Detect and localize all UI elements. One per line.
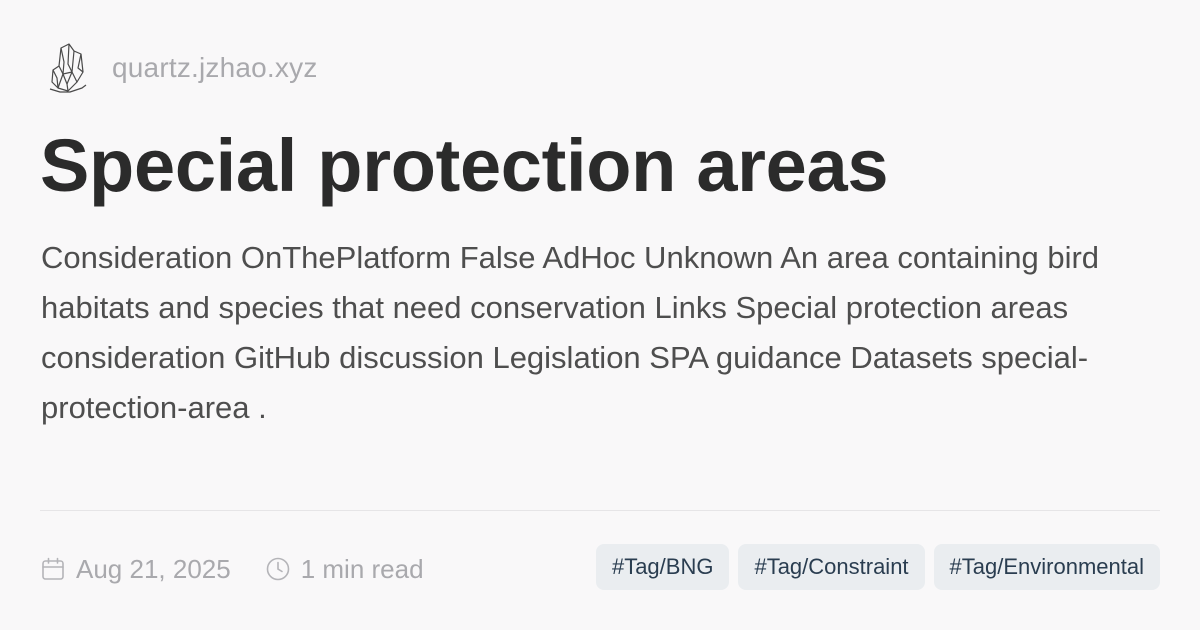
tag-environmental[interactable]: #Tag/Environmental [933, 544, 1160, 590]
reading-time-meta: 1 min read [265, 554, 424, 585]
site-header: quartz.jzhao.xyz [46, 40, 318, 96]
publish-date: Aug 21, 2025 [76, 553, 231, 584]
tag-list: #Tag/BNG #Tag/Constraint #Tag/Environmen… [595, 544, 1160, 590]
page-meta: Aug 21, 2025 1 min read [40, 548, 424, 590]
reading-time: 1 min read [300, 553, 424, 584]
divider [40, 510, 1160, 511]
page-description: Consideration OnThePlatform False AdHoc … [41, 240, 1100, 425]
tag-constraint[interactable]: #Tag/Constraint [738, 544, 925, 590]
crystal-logo-icon[interactable] [46, 40, 90, 96]
page-title: Special protection areas [40, 124, 889, 207]
calendar-icon [40, 556, 66, 582]
clock-icon [265, 556, 291, 582]
tag-bng[interactable]: #Tag/BNG [595, 544, 730, 590]
site-url[interactable]: quartz.jzhao.xyz [112, 52, 318, 84]
date-meta: Aug 21, 2025 [40, 554, 231, 585]
